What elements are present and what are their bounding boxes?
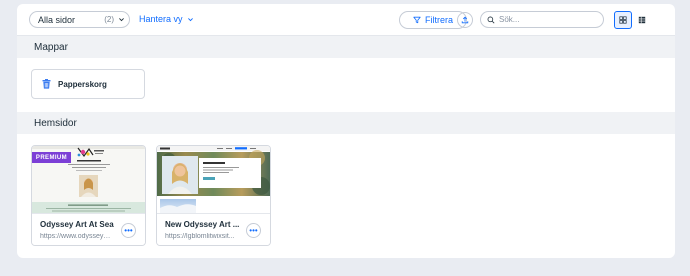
pages-section-title: Hemsidor <box>34 117 77 129</box>
site-title: Odyssey Art At Sea <box>40 220 114 229</box>
pages-section-header: Hemsidor <box>17 112 675 134</box>
view-select-label: Alla sidor <box>38 14 76 25</box>
search-input[interactable] <box>499 15 599 24</box>
site-title: New Odyssey Art ... <box>165 220 240 229</box>
search-icon <box>487 16 495 23</box>
list-view-button[interactable] <box>633 11 651 29</box>
upload-icon <box>461 16 469 24</box>
filter-label: Filtrera <box>424 15 453 25</box>
site-thumbnail: PREMIUM <box>32 146 145 213</box>
folder-name: Papperskorg <box>58 79 107 89</box>
site-card[interactable]: PREMIUM Odyssey Art At Sea https://www.o… <box>31 145 146 246</box>
premium-badge: PREMIUM <box>32 152 71 163</box>
site-url[interactable]: https://lgblomlitwixsit... <box>165 233 237 240</box>
manage-view-label: Hantera vy <box>139 14 183 24</box>
more-actions-button[interactable]: ••• <box>246 223 261 238</box>
site-card-info: Odyssey Art At Sea https://www.odysseya.… <box>32 213 145 245</box>
manage-view-link[interactable]: Hantera vy <box>139 14 194 24</box>
search-box[interactable] <box>480 11 604 28</box>
chevron-down-icon <box>187 17 193 21</box>
toolbar: Alla sidor (2) Hantera vy Filtrera <box>17 4 675 36</box>
export-button[interactable] <box>457 12 473 28</box>
site-thumbnail <box>157 146 270 213</box>
filter-icon <box>413 16 421 24</box>
site-url[interactable]: https://www.odysseya... <box>40 233 112 240</box>
list-icon <box>638 16 646 24</box>
site-card-info: New Odyssey Art ... https://lgblomlitwix… <box>157 213 270 245</box>
trash-icon <box>42 79 51 89</box>
site-thumbnail-image <box>157 146 270 213</box>
folders-section-header: Mappar <box>17 36 675 58</box>
grid-view-button[interactable] <box>614 11 632 29</box>
folders-section-title: Mappar <box>34 41 68 53</box>
view-select-count: (2) <box>104 15 114 24</box>
grid-icon <box>619 16 627 24</box>
site-card[interactable]: New Odyssey Art ... https://lgblomlitwix… <box>156 145 271 246</box>
main-panel: Alla sidor (2) Hantera vy Filtrera Mappa… <box>17 4 675 258</box>
chevron-down-icon <box>119 18 124 22</box>
more-actions-button[interactable]: ••• <box>121 223 136 238</box>
view-select-dropdown[interactable]: Alla sidor (2) <box>29 11 130 28</box>
folder-card-trash[interactable]: Papperskorg <box>31 69 145 99</box>
